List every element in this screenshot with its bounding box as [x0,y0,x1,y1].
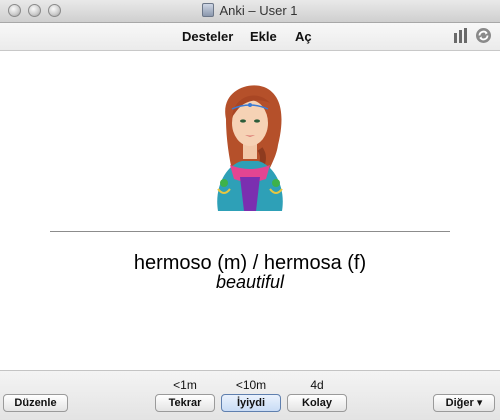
sync-icon[interactable] [475,27,492,44]
toolbar-decks-link[interactable]: Desteler [182,29,233,44]
card-view: hermoso (m) / hermosa (f) beautiful [0,51,500,369]
again-button[interactable]: Tekrar [155,394,215,412]
more-button[interactable]: Diğer ▾ [433,394,495,412]
easy-interval: 4d [310,378,324,392]
easy-button[interactable]: Kolay [287,394,347,412]
window-titlebar: Anki – User 1 [0,0,500,23]
anki-app-icon [202,3,215,17]
answer-bar: Düzenle <1m <10m 4d Tekrar İyiydi Kolay … [0,370,500,420]
window-title: Anki – User 1 [0,3,500,18]
stats-icon[interactable] [453,28,469,43]
toolbar-browse-link[interactable]: Aç [295,29,312,44]
edit-button[interactable]: Düzenle [3,394,68,412]
good-button[interactable]: İyiydi [221,394,281,412]
card-back-text: beautiful [215,272,285,292]
good-interval: <10m [235,378,267,392]
window-title-text: Anki – User 1 [219,3,298,18]
card-divider [50,231,450,232]
again-interval: <1m [173,378,197,392]
main-toolbar: Desteler Ekle Aç [0,23,500,51]
woman-portrait-image [217,85,283,211]
toolbar-add-link[interactable]: Ekle [250,29,277,44]
